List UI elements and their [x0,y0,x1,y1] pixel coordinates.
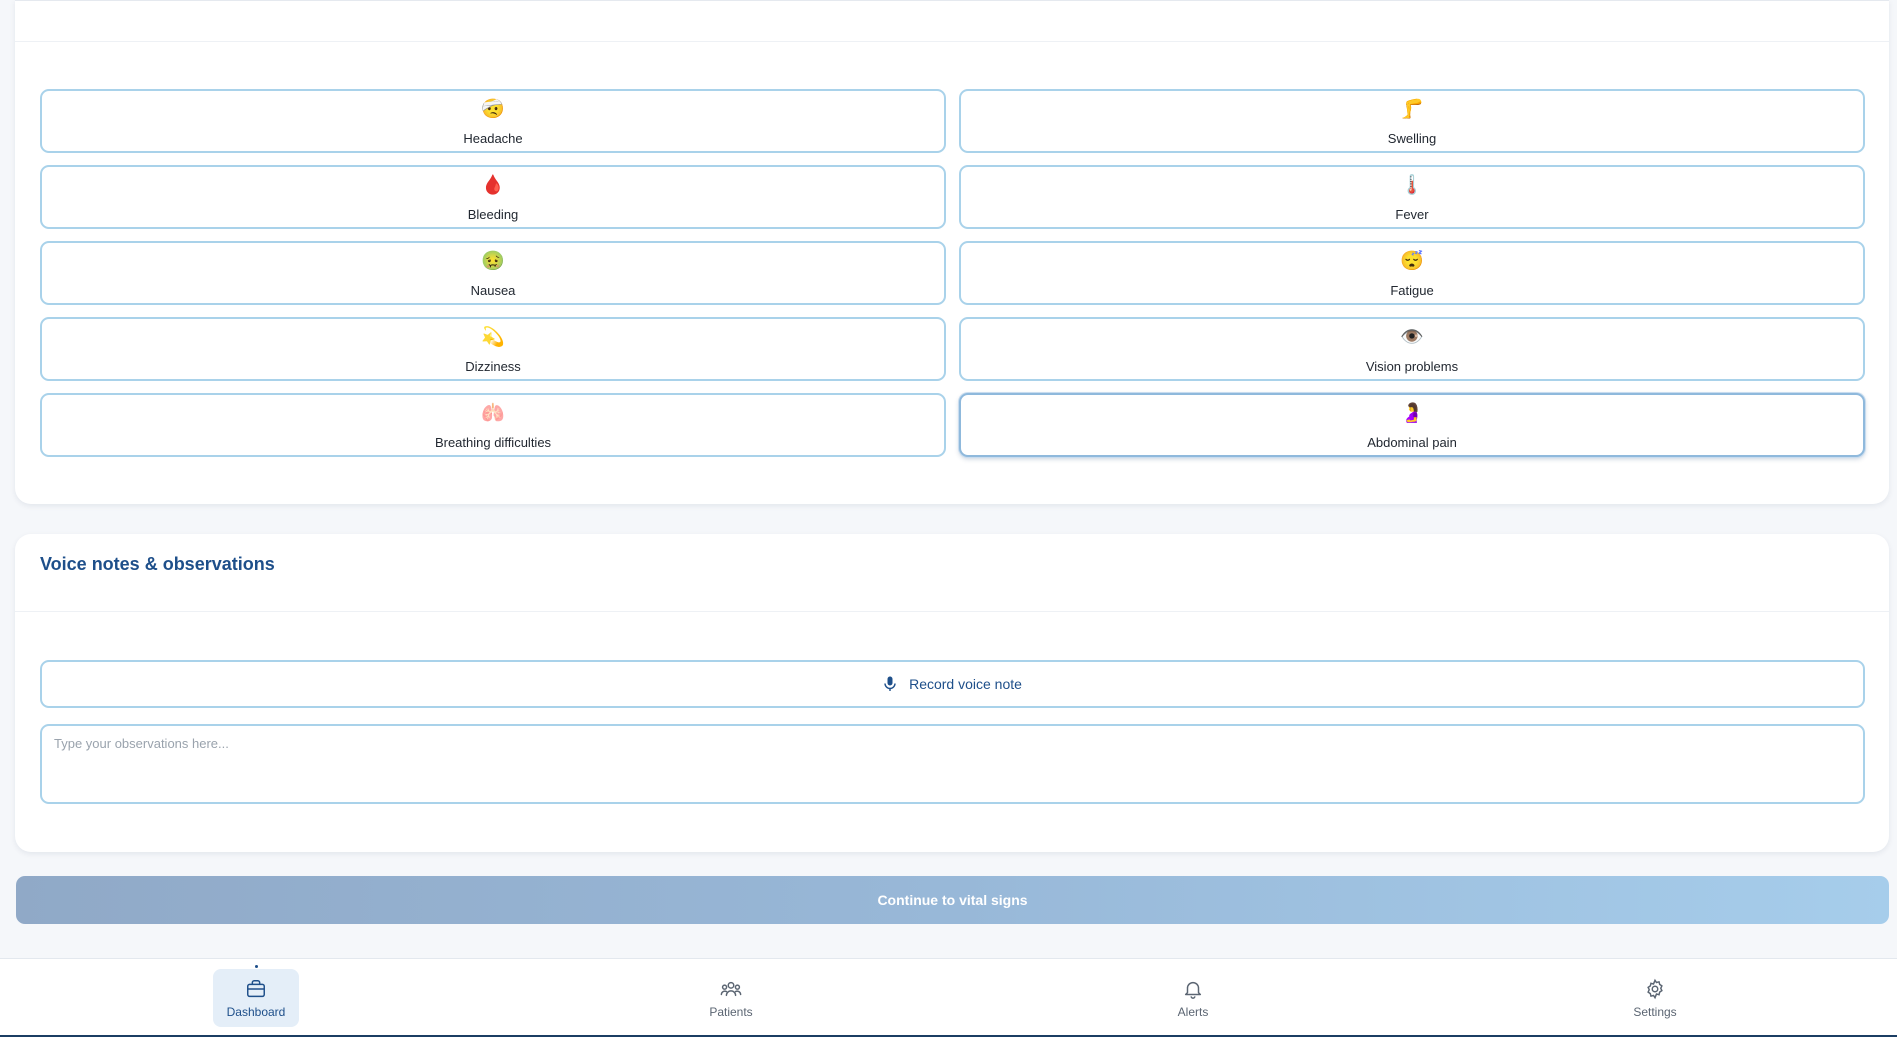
symptom-nausea-button[interactable]: 🤢 Nausea [40,241,946,305]
symptom-dizziness-button[interactable]: 💫 Dizziness [40,317,946,381]
symptom-label: Fatigue [1390,283,1434,298]
nav-label: Patients [709,1004,753,1019]
section-title: Voice notes & observations [40,554,275,574]
symptom-fatigue-button[interactable]: 😴 Fatigue [959,241,1865,305]
page: 🤕 Headache 🦵 Swelling 🩸 Bleeding 🌡️ Feve… [0,0,1897,1037]
nav-label: Settings [1633,1004,1677,1019]
symptom-card: 🤕 Headache 🦵 Swelling 🩸 Bleeding 🌡️ Feve… [15,0,1889,504]
symptom-headache-button[interactable]: 🤕 Headache [40,89,946,153]
continue-button[interactable]: Continue to vital signs [16,876,1889,924]
nav-dashboard[interactable]: Dashboard [213,969,299,1027]
nav-settings[interactable]: Settings [1612,969,1698,1027]
nav-alerts[interactable]: Alerts [1150,969,1236,1027]
symptom-label: Headache [463,131,523,146]
symptom-label: Swelling [1387,131,1437,146]
symptom-vision-button[interactable]: 👁️ Vision problems [959,317,1865,381]
vision-icon: 👁️ [1400,327,1424,348]
users-icon [720,981,742,996]
nav-label: Dashboard [226,1004,286,1019]
symptom-label: Vision problems [1365,359,1459,374]
gear-icon [1647,978,1663,999]
nav-label: Alerts [1177,1004,1209,1019]
lungs-icon: 🫁 [481,403,505,424]
section-divider [15,611,1889,612]
abdominal-icon: 🤰 [1400,403,1424,424]
record-label: Record voice note [909,676,1022,692]
briefcase-icon [247,979,265,997]
symptom-label: Abdominal pain [1367,435,1457,450]
symptom-label: Breathing difficulties [434,435,552,450]
section-divider [15,41,1889,42]
active-indicator [255,965,258,968]
microphone-icon [884,676,896,691]
symptom-abdominal-button[interactable]: 🤰 Abdominal pain [959,393,1865,457]
symptom-bleeding-button[interactable]: 🩸 Bleeding [40,165,946,229]
fever-icon: 🌡️ [1400,175,1424,196]
fatigue-icon: 😴 [1400,251,1424,272]
symptom-label: Fever [1395,207,1429,222]
headache-icon: 🤕 [481,99,505,120]
symptom-label: Nausea [470,283,516,298]
dizziness-icon: 💫 [481,327,505,348]
symptom-swelling-button[interactable]: 🦵 Swelling [959,89,1865,153]
symptom-fever-button[interactable]: 🌡️ Fever [959,165,1865,229]
nausea-icon: 🤢 [481,251,505,272]
bell-icon [1184,981,1202,999]
symptom-label: Bleeding [467,207,519,222]
symptom-breathing-button[interactable]: 🫁 Breathing difficulties [40,393,946,457]
symptom-grid: 🤕 Headache 🦵 Swelling 🩸 Bleeding 🌡️ Feve… [40,89,1865,457]
swelling-icon: 🦵 [1400,99,1424,120]
voice-notes-card: Voice notes & observations Record voice … [15,534,1889,852]
nav-patients[interactable]: Patients [688,969,774,1027]
record-voice-note-button[interactable]: Record voice note [40,660,1865,708]
observations-textarea[interactable] [40,724,1865,804]
symptom-label: Dizziness [465,359,521,374]
bottom-nav: Dashboard Patients Alerts Settings [0,958,1897,1037]
bleeding-icon: 🩸 [481,175,505,196]
